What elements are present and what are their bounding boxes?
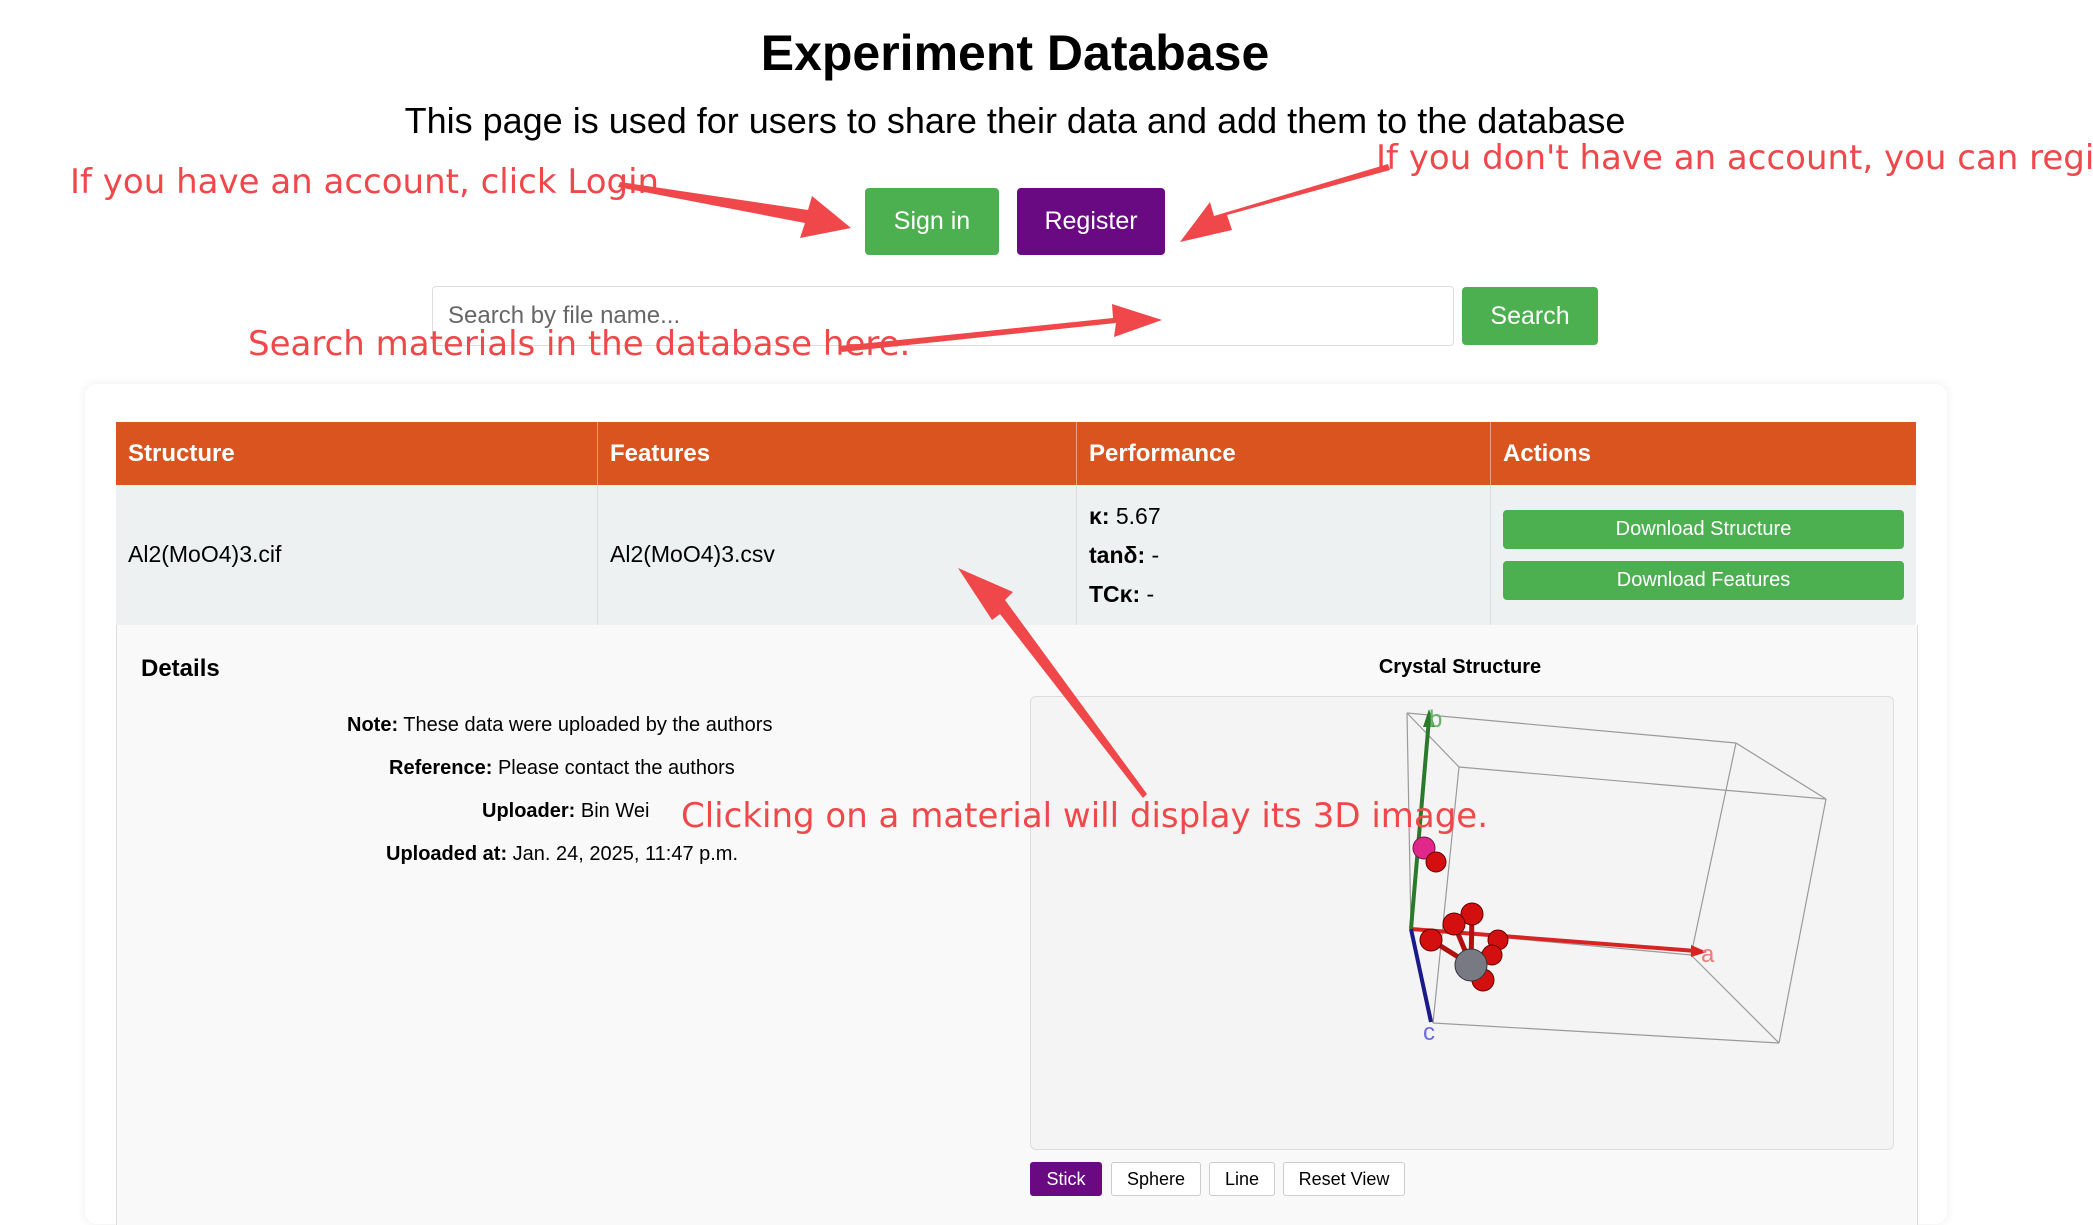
page-subtitle: This page is used for users to share the… — [404, 100, 1626, 141]
annotation-login-hint: If you have an account, click Login. — [70, 162, 670, 202]
performance-tc-kappa: TCκ: - — [1089, 581, 1155, 607]
detail-note: Note: These data were uploaded by the au… — [347, 714, 773, 736]
detail-reference: Reference: Please contact the authors — [389, 757, 735, 779]
table-header: Structure Features Performance Actions — [116, 422, 1916, 485]
axis-b-label: b — [1429, 706, 1442, 733]
crystal-structure-canvas[interactable]: b a c — [1031, 697, 1893, 1149]
column-header-performance: Performance — [1077, 422, 1491, 485]
structure-cell[interactable]: Al2(MoO4)3.cif — [116, 485, 598, 625]
annotation-register-hint: If you don't have an account, you can re… — [1376, 138, 2093, 178]
performance-kappa: κ: 5.67 — [1089, 503, 1161, 529]
page-title: Experiment Database — [760, 25, 1270, 81]
column-header-features: Features — [598, 422, 1077, 485]
performance-tan-delta: tanδ: - — [1089, 542, 1160, 568]
detail-uploader: Uploader: Bin Wei — [482, 800, 650, 822]
column-header-actions: Actions — [1503, 440, 1592, 467]
stick-mode-button[interactable]: Stick — [1030, 1162, 1102, 1196]
sign-in-button[interactable]: Sign in — [865, 188, 999, 255]
download-structure-button[interactable]: Download Structure — [1503, 510, 1904, 549]
table-row[interactable]: Al2(MoO4)3.cif Al2(MoO4)3.csv κ: 5.67 ta… — [116, 485, 1916, 626]
features-file-name[interactable]: Al2(MoO4)3.csv — [610, 541, 775, 568]
detail-uploaded-at: Uploaded at: Jan. 24, 2025, 11:47 p.m. — [386, 843, 739, 865]
annotation-viewer-hint: Clicking on a material will display its … — [681, 796, 1489, 836]
features-cell[interactable]: Al2(MoO4)3.csv — [598, 485, 1077, 625]
sphere-mode-button[interactable]: Sphere — [1111, 1162, 1201, 1196]
axis-a-label: a — [1701, 941, 1715, 968]
details-title: Details — [141, 655, 220, 682]
register-button[interactable]: Register — [1017, 188, 1165, 255]
download-features-button[interactable]: Download Features — [1503, 561, 1904, 600]
molecule — [1412, 836, 1509, 992]
unit-cell-box — [1406, 712, 1827, 1044]
reset-view-button[interactable]: Reset View — [1283, 1162, 1405, 1196]
search-button[interactable]: Search — [1462, 287, 1598, 345]
column-header-structure: Structure — [116, 422, 598, 485]
crystal-structure-viewer[interactable]: b a c — [1030, 696, 1894, 1150]
performance-cell: κ: 5.67 tanδ: - TCκ: - — [1077, 485, 1491, 625]
register-arrow — [1180, 164, 1390, 242]
structure-file-name[interactable]: Al2(MoO4)3.cif — [128, 541, 281, 568]
axis-c-label: c — [1423, 1019, 1435, 1046]
actions-cell: Download Structure Download Features — [1491, 485, 1916, 625]
annotation-search-hint: Search materials in the database here. — [248, 324, 911, 364]
line-mode-button[interactable]: Line — [1209, 1162, 1275, 1196]
crystal-structure-title: Crystal Structure — [1378, 656, 1542, 678]
